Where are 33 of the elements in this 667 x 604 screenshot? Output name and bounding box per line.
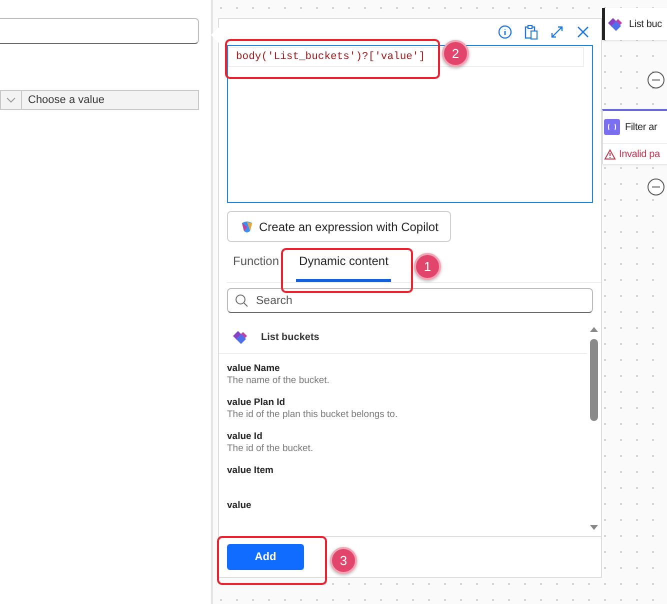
close-icon[interactable] — [575, 24, 591, 40]
dynamic-content-item[interactable]: value Item — [219, 456, 587, 491]
chevron-icon — [6, 97, 16, 103]
tab[interactable]: Dynamic content — [296, 250, 392, 282]
expression-code: body('List_buckets')?['value'] — [236, 51, 426, 63]
search-field[interactable]: Search — [227, 288, 593, 313]
input-field[interactable] — [0, 18, 199, 44]
dynamic-content-item[interactable]: value Name The name of the bucket. — [219, 354, 587, 388]
dynamic-content-item[interactable]: value Plan Id The id of the plan this bucket belongs to. — [219, 388, 587, 422]
expand-icon[interactable] — [549, 24, 565, 40]
add-button[interactable]: Add — [227, 544, 304, 570]
search-icon — [235, 294, 248, 307]
collapse-icon[interactable] — [647, 178, 665, 196]
card-title: List buc — [629, 18, 662, 30]
clipboard-icon[interactable] — [523, 24, 539, 40]
dynamic-content-item[interactable]: value — [219, 491, 587, 526]
action-card[interactable]: List buc — [602, 8, 667, 40]
error-message: Invalid pa — [619, 148, 660, 160]
copilot-icon — [240, 220, 254, 234]
copilot-button[interactable]: Create an expression with Copilot — [227, 211, 452, 242]
variable-icon — [604, 119, 620, 135]
tab[interactable]: Function — [230, 250, 282, 282]
value-field[interactable]: Choose a value — [22, 90, 199, 110]
scrollbar[interactable] — [589, 325, 599, 532]
info-icon[interactable] — [497, 24, 513, 40]
card-title: Filter ar — [625, 122, 658, 132]
group-title: List buckets — [261, 332, 320, 342]
planner-icon — [606, 15, 624, 33]
planner-icon — [231, 328, 249, 346]
warning-icon — [604, 148, 616, 160]
collapse-icon[interactable] — [647, 71, 665, 89]
dynamic-content-item[interactable]: value Id The id of the bucket. — [219, 422, 587, 456]
action-card[interactable]: Filter ar Invalid pa — [602, 109, 667, 164]
